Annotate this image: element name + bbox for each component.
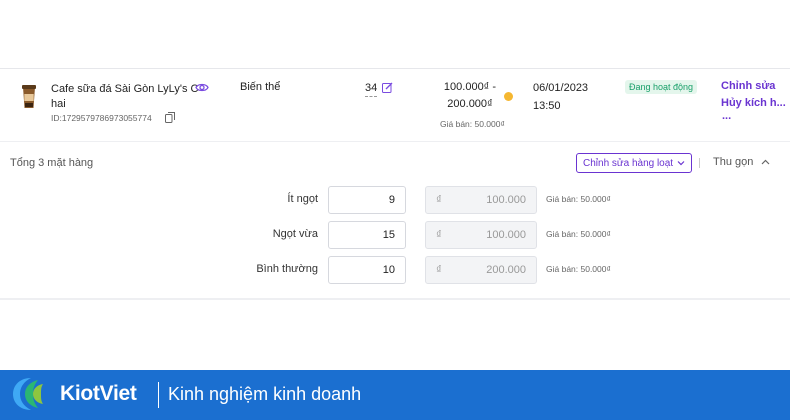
bulk-edit-button[interactable]: Chỉnh sửa hàng loạt — [576, 153, 693, 173]
price-value: 200.000 — [486, 264, 526, 276]
footer-banner: KiotViet Kinh nghiệm kinh doanh — [0, 370, 790, 420]
stock-count[interactable]: 34 — [365, 81, 378, 97]
banner-tagline: Kinh nghiệm kinh doanh — [168, 384, 362, 404]
row-divider — [0, 141, 790, 142]
variant-type-label: Biến thể — [240, 81, 281, 93]
price-value: 100.000 — [486, 194, 526, 206]
quantity-input[interactable] — [328, 186, 406, 214]
product-name-continued: hai — [51, 98, 66, 110]
variant-sale-price: Giá bán: 50.000₫ — [546, 264, 611, 274]
toolbar-separator — [699, 158, 700, 168]
copy-icon[interactable] — [165, 112, 175, 123]
edit-link[interactable]: Chỉnh sửa — [721, 80, 775, 92]
status-badge: Đang hoạt động — [625, 80, 698, 94]
info-dot-icon[interactable] — [504, 92, 513, 101]
kiotviet-logo — [13, 378, 43, 410]
variant-row: Bình thường ₫ 200.000 Giá bán: 50.000₫ — [0, 256, 790, 284]
variant-row: Ngọt vừa ₫ 100.000 Giá bán: 50.000₫ — [0, 221, 790, 249]
product-row: Cafe sữa đá Sài Gòn LyLy's C hai ID:1729… — [0, 69, 790, 141]
price-value: 100.000 — [486, 229, 526, 241]
updated-date: 06/01/2023 — [533, 82, 589, 94]
price-field: ₫ 100.000 — [425, 186, 537, 214]
collapse-label: Thu gọn — [713, 156, 754, 168]
variant-row: Ít ngọt ₫ 100.000 Giá bán: 50.000₫ — [0, 186, 790, 214]
currency-symbol: ₫ — [436, 264, 442, 276]
currency-symbol: ₫ — [436, 229, 442, 241]
sale-price: Giá bán: 50.000₫ — [440, 119, 505, 129]
chevron-up-icon — [761, 159, 770, 165]
more-actions[interactable]: ... — [722, 110, 731, 122]
banner-separator — [158, 382, 159, 408]
chevron-down-icon — [677, 161, 685, 166]
deactivate-link[interactable]: Hủy kích h... — [721, 97, 786, 109]
price-range-max: 200.000₫ — [447, 98, 493, 110]
product-name[interactable]: Cafe sữa đá Sài Gòn LyLy's C — [51, 81, 201, 97]
price-field: ₫ 100.000 — [425, 221, 537, 249]
variant-sale-price: Giá bán: 50.000₫ — [546, 194, 611, 204]
bulk-edit-label: Chỉnh sửa hàng loạt — [583, 157, 674, 169]
coffee-cup-icon — [22, 85, 36, 108]
price-field: ₫ 200.000 — [425, 256, 537, 284]
bottom-divider — [0, 298, 790, 300]
price-range: 100.000₫ - 200.000₫ — [430, 79, 510, 113]
variant-name: Bình thường — [256, 263, 318, 275]
variant-sale-price: Giá bán: 50.000₫ — [546, 229, 611, 239]
updated-time: 13:50 — [533, 100, 561, 112]
quantity-input[interactable] — [328, 256, 406, 284]
variant-name: Ngọt vừa — [272, 228, 318, 240]
updated-datetime: 06/01/2023 13:50 — [533, 79, 588, 115]
total-items-label: Tổng 3 mặt hàng — [10, 157, 94, 169]
quantity-input[interactable] — [328, 221, 406, 249]
price-range-min: 100.000₫ - — [443, 81, 497, 93]
edit-icon[interactable] — [382, 82, 393, 93]
product-id: ID:1729579786973055774 — [51, 113, 152, 123]
brand-name: KiotViet — [60, 382, 137, 405]
variant-name: Ít ngọt — [287, 193, 318, 205]
collapse-toggle[interactable]: Thu gọn — [713, 156, 770, 168]
eye-icon[interactable] — [195, 82, 209, 93]
currency-symbol: ₫ — [436, 194, 442, 206]
